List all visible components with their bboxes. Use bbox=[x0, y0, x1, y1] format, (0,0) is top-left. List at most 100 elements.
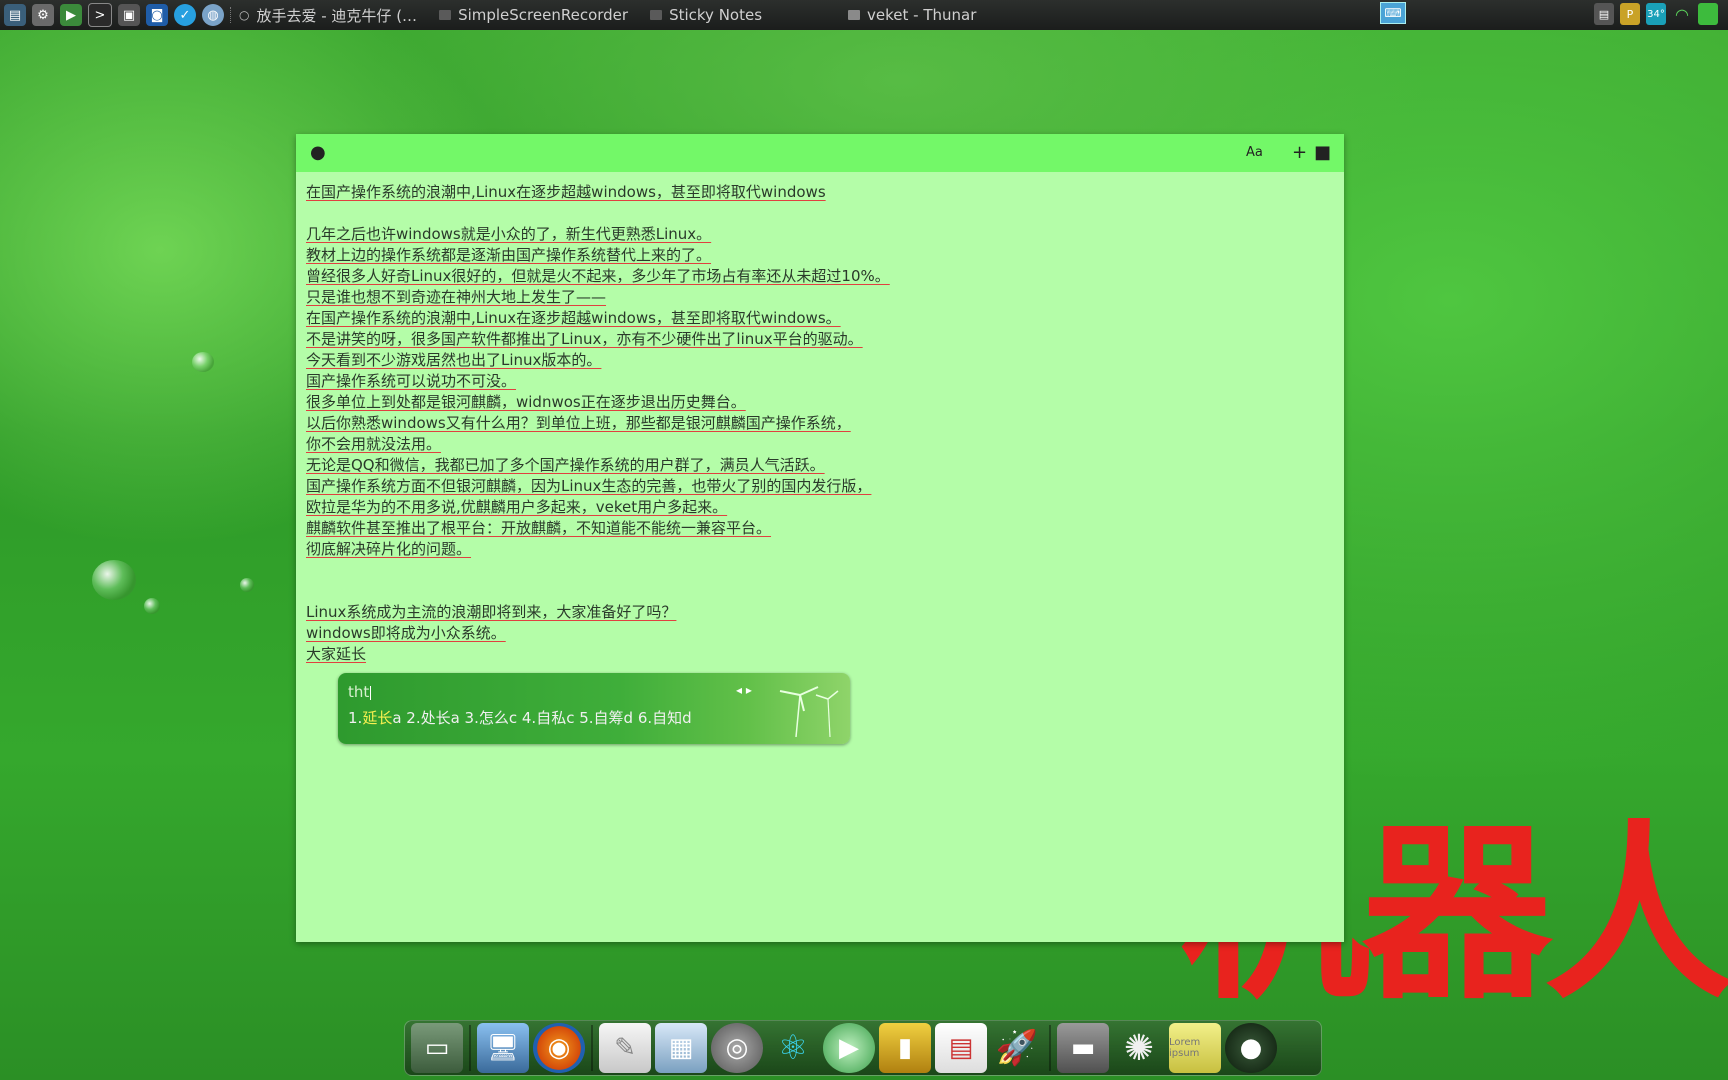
audio-icon[interactable]: ◎ bbox=[711, 1023, 763, 1073]
ime-other-candidates[interactable]: a 2.处长a 3.怎么c 4.自私c 5.自筹d 6.自知d bbox=[392, 709, 691, 727]
note-line: 只是谁也想不到奇迹在神州大地上发生了—— bbox=[306, 287, 1334, 308]
folder-task-icon bbox=[848, 10, 861, 20]
application-dock: ▭ 🖥 ◉ ✎ ▦ ◎ ⚛ ▶ ▮ ▤ 🚀 ▬ ✺ Lorem ipsum ● bbox=[404, 1020, 1322, 1076]
note-line: 国产操作系统方面不但银河麒麟，因为Linux生态的完善，也带火了别的国内发行版， bbox=[306, 476, 1334, 497]
note-line-text: 彻底解决碎片化的问题。 bbox=[306, 540, 472, 558]
input-method-popup: tht ◂ ▸ 1.延长a 2.处长a 3.怎么c 4.自私c 5.自筹d 6.… bbox=[338, 673, 850, 744]
note-line: 不是讲笑的呀，很多国产软件都推出了Linux，亦有不少硬件出了linux平台的驱… bbox=[306, 329, 1334, 350]
ime-candidate-list[interactable]: 1.延长a 2.处长a 3.怎么c 4.自私c 5.自筹d 6.自知d bbox=[348, 707, 692, 728]
temperature-indicator[interactable]: 34° bbox=[1646, 3, 1666, 25]
note-line: windows即将成为小众系统。 bbox=[306, 623, 1334, 644]
window-task-icon bbox=[439, 10, 452, 20]
task-music-player[interactable]: ○ 放手去爱 - 迪克牛仔 (… bbox=[239, 5, 417, 26]
note-line-text: 不是讲笑的呀，很多国产软件都推出了Linux，亦有不少硬件出了linux平台的驱… bbox=[306, 330, 863, 348]
note-line: 教材上边的操作系统都是逐渐由国产操作系统替代上来的了。 bbox=[306, 245, 1334, 266]
sticky-notes-icon[interactable]: Lorem ipsum bbox=[1169, 1023, 1221, 1073]
note-line-text: 在国产操作系统的浪潮中,Linux在逐步超越windows，甚至即将取代wind… bbox=[306, 183, 826, 201]
note-line-text: 在国产操作系统的浪潮中,Linux在逐步超越windows，甚至即将取代wind… bbox=[306, 309, 841, 327]
screenshot-icon[interactable]: ▣ bbox=[118, 4, 140, 26]
dock-separator bbox=[591, 1025, 593, 1071]
keyboard-layout-icon[interactable]: ⌨ bbox=[1380, 2, 1406, 24]
ime-selected-candidate[interactable]: 延长 bbox=[362, 709, 392, 727]
note-line-text: 国产操作系统可以说功不可没。 bbox=[306, 372, 517, 390]
note-line: 曾经很多人好奇Linux很好的，但就是火不起来，多少年了市场占有率还从未超过10… bbox=[306, 266, 1334, 287]
note-line: 今天看到不少游戏居然也出了Linux版本的。 bbox=[306, 350, 1334, 371]
desktop-app-icon[interactable]: ▭ bbox=[411, 1023, 463, 1073]
note-line: 你不会用就没法用。 bbox=[306, 434, 1334, 455]
sticky-note-window[interactable]: ● Aa + ■ 在国产操作系统的浪潮中,Linux在逐步超越windows，甚… bbox=[296, 134, 1344, 942]
task-label: SimpleScreenRecorder bbox=[458, 6, 629, 24]
note-line: 彻底解决碎片化的问题。 bbox=[306, 539, 1334, 560]
computer-icon[interactable]: 🖥 bbox=[477, 1023, 529, 1073]
note-line-text: 教材上边的操作系统都是逐渐由国产操作系统替代上来的了。 bbox=[306, 246, 712, 264]
note-line bbox=[306, 581, 1334, 602]
music-task-icon: ○ bbox=[239, 8, 250, 22]
brightness-icon[interactable]: ✺ bbox=[1113, 1023, 1165, 1073]
ime-page-arrows[interactable]: ◂ ▸ bbox=[736, 683, 752, 697]
water-drop-decoration bbox=[192, 352, 214, 372]
task-sticky-notes[interactable]: Sticky Notes bbox=[650, 6, 762, 24]
task-label: Sticky Notes bbox=[669, 6, 763, 24]
note-line: 在国产操作系统的浪潮中,Linux在逐步超越windows，甚至即将取代wind… bbox=[306, 182, 1334, 203]
drive-icon[interactable]: ▬ bbox=[1057, 1023, 1109, 1073]
clock-icon[interactable]: ✓ bbox=[174, 4, 196, 26]
note-line-text: 几年之后也许windows就是小众的了，新生代更熟悉Linux。 bbox=[306, 225, 712, 243]
image-viewer-icon[interactable]: ▦ bbox=[655, 1023, 707, 1073]
globe-icon[interactable]: ● bbox=[1225, 1023, 1277, 1073]
note-line-text: 无论是QQ和微信，我都已加了多个国产操作系统的用户群了，满员人气活跃。 bbox=[306, 456, 825, 474]
presentation-icon[interactable]: ▤ bbox=[935, 1023, 987, 1073]
note-header[interactable]: ● Aa + ■ bbox=[296, 134, 1344, 172]
ime-preedit-text: tht bbox=[348, 683, 370, 701]
note-text-area[interactable]: 在国产操作系统的浪潮中,Linux在逐步超越windows，甚至即将取代wind… bbox=[296, 172, 1344, 675]
ime-candidate-prefix: 1. bbox=[348, 709, 363, 727]
task-label: 放手去爱 - 迪克牛仔 (… bbox=[256, 6, 418, 25]
media-player-icon[interactable]: ▶ bbox=[60, 4, 82, 26]
note-line: 几年之后也许windows就是小众的了，新生代更熟悉Linux。 bbox=[306, 224, 1334, 245]
water-drop-decoration bbox=[240, 578, 254, 592]
note-line: 很多单位上到处都是银河麒麟，widnwos正在逐步退出历史舞台。 bbox=[306, 392, 1334, 413]
clipboard-icon[interactable]: ▤ bbox=[1594, 3, 1614, 25]
system-monitor-icon[interactable]: ▤ bbox=[4, 4, 26, 26]
atom-icon[interactable]: ⚛ bbox=[767, 1023, 819, 1073]
notes-tray-icon[interactable]: P bbox=[1620, 3, 1640, 25]
battery-icon[interactable] bbox=[1698, 3, 1718, 25]
task-thunar[interactable]: veket - Thunar bbox=[848, 6, 976, 24]
water-drop-decoration bbox=[92, 560, 136, 600]
settings-icon[interactable]: ⚙ bbox=[32, 4, 54, 26]
display-icon[interactable]: ◙ bbox=[146, 4, 168, 26]
dock-separator bbox=[469, 1025, 471, 1071]
note-line-text: 只是谁也想不到奇迹在神州大地上发生了—— bbox=[306, 288, 607, 306]
note-line: 欧拉是华为的不用多说,优麒麟用户多起来，veket用户多起来。 bbox=[306, 497, 1334, 518]
top-panel: ▤ ⚙ ▶ > ▣ ◙ ✓ ◍ ○ 放手去爱 - 迪克牛仔 (… SimpleS… bbox=[0, 0, 1728, 30]
drop-color-icon[interactable]: ● bbox=[310, 142, 326, 164]
note-line-text: windows即将成为小众系统。 bbox=[306, 624, 506, 642]
note-line-text: 国产操作系统方面不但银河麒麟，因为Linux生态的完善，也带火了别的国内发行版， bbox=[306, 477, 872, 495]
note-line bbox=[306, 203, 1334, 224]
note-line-text: 你不会用就没法用。 bbox=[306, 435, 442, 453]
note-line-text: 以后你熟悉windows又有什么用？到单位上班，那些都是银河麒麟国产操作系统， bbox=[306, 414, 851, 432]
note-line: 大家延长 bbox=[306, 644, 1334, 665]
note-line-text: 大家延长 bbox=[306, 645, 367, 663]
text-editor-icon[interactable]: ✎ bbox=[599, 1023, 651, 1073]
terminal-icon[interactable]: > bbox=[88, 3, 112, 27]
note-line bbox=[306, 560, 1334, 581]
wifi-icon[interactable]: ◠ bbox=[1672, 3, 1692, 25]
note-line-text: 麒麟软件甚至推出了根平台：开放麒麟，不知道能不能统一兼容平台。 bbox=[306, 519, 772, 537]
task-screen-recorder[interactable]: SimpleScreenRecorder bbox=[439, 6, 628, 24]
firefox-icon[interactable]: ◉ bbox=[533, 1023, 585, 1073]
browser-icon[interactable]: ◍ bbox=[202, 4, 224, 26]
note-line: 以后你熟悉windows又有什么用？到单位上班，那些都是银河麒麟国产操作系统， bbox=[306, 413, 1334, 434]
delete-note-icon[interactable]: ■ bbox=[1314, 142, 1331, 164]
note-line-text: 曾经很多人好奇Linux很好的，但就是火不起来，多少年了市场占有率还从未超过10… bbox=[306, 267, 890, 285]
dock-separator bbox=[1049, 1025, 1051, 1071]
launcher-group: ▤ ⚙ ▶ > ▣ ◙ ✓ ◍ bbox=[0, 3, 224, 27]
window-task-icon bbox=[650, 10, 663, 20]
rocket-icon[interactable]: 🚀 bbox=[991, 1023, 1043, 1073]
notebook-icon[interactable]: ▮ bbox=[879, 1023, 931, 1073]
note-line: 国产操作系统可以说功不可没。 bbox=[306, 371, 1334, 392]
play-icon[interactable]: ▶ bbox=[823, 1023, 875, 1073]
note-line: 在国产操作系统的浪潮中,Linux在逐步超越windows，甚至即将取代wind… bbox=[306, 308, 1334, 329]
font-settings-icon[interactable]: Aa bbox=[1246, 142, 1263, 164]
pinwheel-decoration-icon bbox=[779, 686, 839, 737]
add-note-icon[interactable]: + bbox=[1292, 142, 1307, 164]
